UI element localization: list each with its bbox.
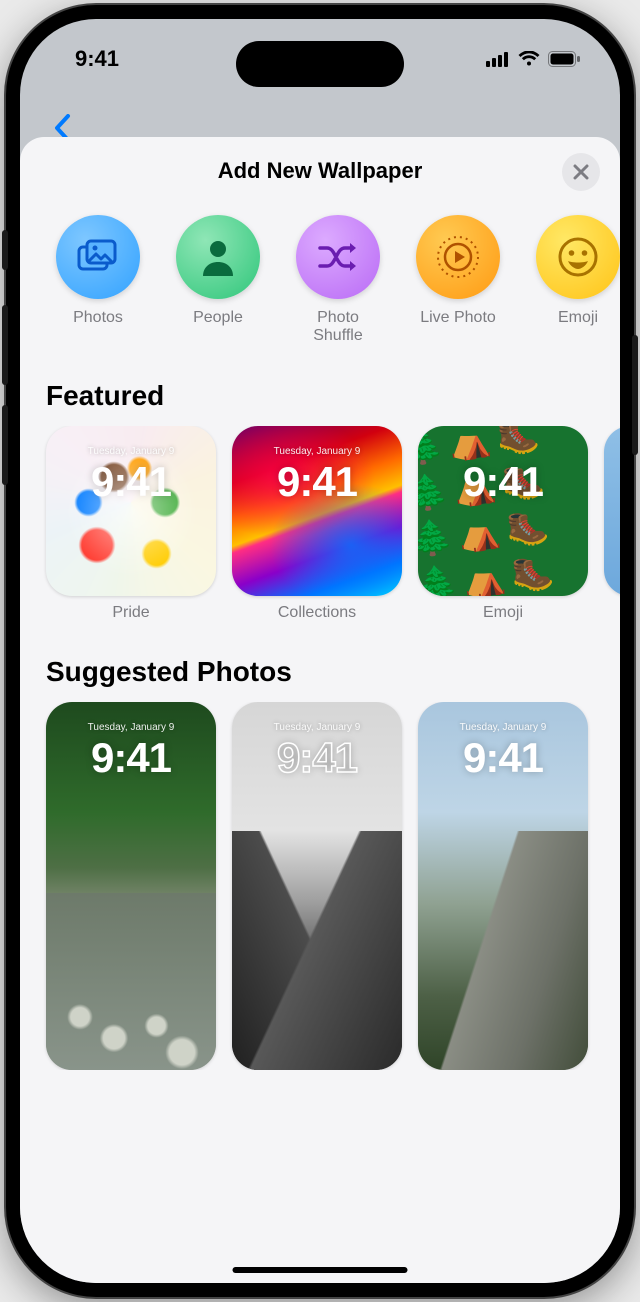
live-photo-icon <box>435 234 481 280</box>
preview-date: Tuesday, January 9 <box>418 722 588 733</box>
preview-time: 9:41 <box>46 458 216 506</box>
screen: 9:41 Add New Wallpaper <box>20 19 620 1283</box>
featured-caption: Collections <box>278 604 356 622</box>
shuffle-icon <box>317 241 359 273</box>
sheet-title: Add New Wallpaper <box>218 158 423 184</box>
emoji-icon <box>557 236 599 278</box>
category-row: Photos People Photo Shuffle <box>20 205 620 346</box>
category-photos[interactable]: Photos <box>52 215 144 346</box>
featured-card-next[interactable] <box>604 426 620 596</box>
side-button <box>2 405 8 485</box>
preview-date: Tuesday, January 9 <box>232 446 402 457</box>
category-photo-shuffle[interactable]: Photo Shuffle <box>292 215 384 346</box>
phone-frame: 9:41 Add New Wallpaper <box>6 5 634 1297</box>
featured-card-collections[interactable]: Tuesday, January 9 9:41 <box>232 426 402 596</box>
category-label: Live Photo <box>420 309 496 327</box>
category-live-photo[interactable]: Live Photo <box>412 215 504 346</box>
featured-caption: Emoji <box>483 604 523 622</box>
close-icon <box>573 164 589 180</box>
category-label: Photos <box>73 309 123 327</box>
photos-icon <box>77 239 119 275</box>
featured-row: Tuesday, January 9 9:41 Pride Tuesday, J… <box>20 426 620 622</box>
side-button <box>2 230 8 270</box>
featured-card-emoji[interactable]: Tuesday, January 9 9:41 <box>418 426 588 596</box>
preview-date: Tuesday, January 9 <box>232 722 402 733</box>
sheet-header: Add New Wallpaper <box>20 137 620 205</box>
side-button <box>632 335 638 455</box>
dynamic-island <box>236 41 404 87</box>
preview-date: Tuesday, January 9 <box>46 446 216 457</box>
preview-time: 9:41 <box>418 734 588 782</box>
preview-date: Tuesday, January 9 <box>46 722 216 733</box>
suggested-row: Tuesday, January 9 9:41 Tuesday, January… <box>20 702 620 1070</box>
featured-caption: Pride <box>112 604 149 622</box>
category-people[interactable]: People <box>172 215 264 346</box>
preview-time: 9:41 <box>46 734 216 782</box>
featured-heading: Featured <box>20 346 620 426</box>
close-button[interactable] <box>562 153 600 191</box>
suggested-card[interactable]: Tuesday, January 9 9:41 <box>418 702 588 1070</box>
status-time: 9:41 <box>75 46 119 72</box>
category-label: Emoji <box>558 309 598 327</box>
side-button <box>2 305 8 385</box>
category-label: People <box>193 309 243 327</box>
wifi-icon <box>518 51 540 67</box>
person-icon <box>200 238 236 276</box>
home-indicator[interactable] <box>233 1267 408 1273</box>
preview-time: 9:41 <box>232 734 402 782</box>
suggested-card[interactable]: Tuesday, January 9 9:41 <box>46 702 216 1070</box>
suggested-card[interactable]: Tuesday, January 9 9:41 <box>232 702 402 1070</box>
category-label: Photo Shuffle <box>313 309 363 346</box>
battery-icon <box>548 51 580 67</box>
category-emoji[interactable]: Emoji <box>532 215 620 346</box>
preview-time: 9:41 <box>418 458 588 506</box>
preview-time: 9:41 <box>232 458 402 506</box>
cellular-icon <box>486 51 510 67</box>
wallpaper-sheet: Add New Wallpaper Photos People <box>20 137 620 1283</box>
featured-card-pride[interactable]: Tuesday, January 9 9:41 <box>46 426 216 596</box>
suggested-heading: Suggested Photos <box>20 622 620 702</box>
